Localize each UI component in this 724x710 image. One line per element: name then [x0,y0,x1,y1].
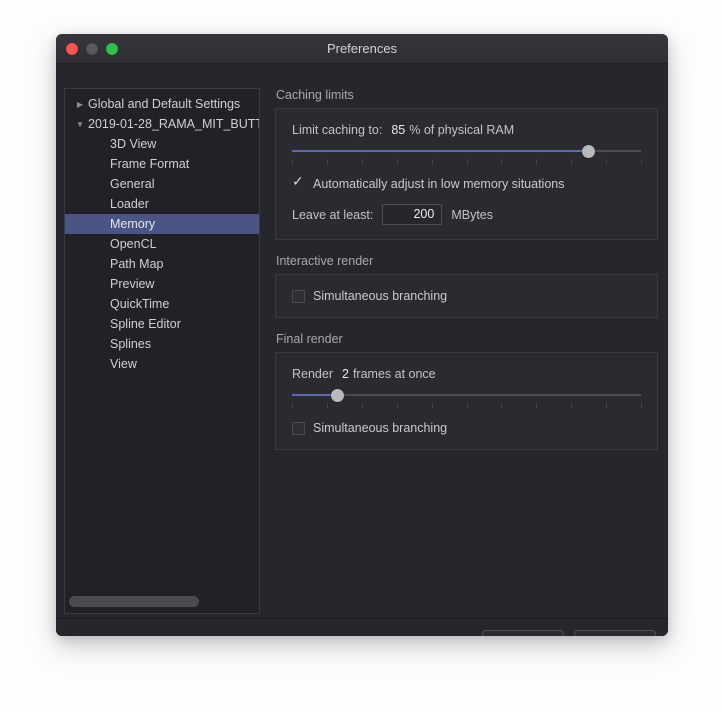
sidebar-item-opencl[interactable]: OpenCL [65,234,259,254]
sidebar-item-2019-01-28-rama-mit-butter[interactable]: ▼2019-01-28_RAMA_MIT_BUTTER [65,114,259,134]
slider-track [292,394,641,396]
auto-adjust-row[interactable]: Automatically adjust in low memory situa… [292,174,641,192]
sidebar-item-label: Spline Editor [110,317,181,331]
interactive-render-group: Interactive render Simultaneous branchin… [275,254,658,318]
window-body: ▶ Global and Default Settings ▼ 2019-01-28_… [56,64,668,618]
sidebar-item-3d-view[interactable]: 3D View [65,134,259,154]
slider-knob[interactable] [582,145,596,158]
chevron-right-icon[interactable]: ▶ [73,95,87,114]
final-simultaneous-label: Simultaneous branching [313,421,448,435]
sidebar-item-label: QuickTime [110,297,170,311]
slider-knob[interactable] [330,389,344,402]
render-label: Render [292,367,333,381]
final-render-frames-slider[interactable] [292,389,642,410]
sidebar-item-preview[interactable]: Preview [65,274,259,294]
sidebar-item-label: Preview [110,277,155,291]
sidebar-item-label: Memory [110,217,156,231]
sidebar-item-path-map[interactable]: Path Map [65,254,259,274]
sidebar-item-memory[interactable]: Memory [65,214,259,234]
cancel-button[interactable]: Cancel [482,630,564,636]
limit-caching-suffix: % of physical RAM [409,123,515,137]
window-titlebar: Preferences [56,34,668,64]
final-render-group: Final render Render 2 frames at once Sim… [275,332,658,450]
limit-caching-label: Limit caching to: [292,123,383,137]
caching-limits-title: Caching limits [276,88,354,102]
sidebar-item-label: 2019-01-28_RAMA_MIT_BUTTER [88,117,259,131]
chevron-down-icon[interactable]: ▼ [73,115,87,134]
sidebar-item-label: Path Map [110,257,164,271]
dialog-footer: Cancel Save [56,618,668,636]
footer-buttons: Cancel Save [482,630,656,636]
sidebar-item-label: General [110,177,155,191]
leave-at-least-unit: MBytes [451,207,493,222]
sidebar-item-general[interactable]: General [65,174,259,194]
limit-caching-row: Limit caching to: 85 % of physical RAM [292,123,641,137]
caching-limits-box: Limit caching to: 85 % of physical RAM ✓… [275,108,658,240]
final-render-title: Final render [276,332,343,346]
window-title: Preferences [326,41,398,56]
interactive-simultaneous-row[interactable]: Simultaneous branching [292,289,641,303]
final-simultaneous-row[interactable]: Simultaneous branching [292,421,641,435]
sidebar-item-label: OpenCL [110,237,157,251]
sidebar-item-quicktime[interactable]: QuickTime [65,294,259,314]
sidebar-item-frame-format[interactable]: Frame Format [65,154,259,174]
auto-adjust-label: Automatically adjust in low memory situa… [313,177,565,191]
save-button[interactable]: Save [574,630,656,636]
interactive-render-box: Simultaneous branching [275,274,658,318]
sidebar-item-label: Splines [110,337,151,351]
settings-tree[interactable]: ▶ Global and Default Settings ▼ 2019-01-28_… [65,94,259,587]
leave-at-least-row: Leave at least: 200 MBytes [292,204,641,225]
sidebar-horizontal-scrollbar[interactable] [69,596,255,607]
caching-limits-group: Caching limits Limit caching to: 85 % of… [275,88,658,240]
render-frames-value[interactable]: 2 [342,367,349,381]
interactive-render-title: Interactive render [276,254,374,268]
render-frames-row: Render 2 frames at once [292,367,641,381]
slider-fill [292,150,589,152]
sidebar-item-loader[interactable]: Loader [65,194,259,214]
leave-at-least-input[interactable]: 200 [382,204,443,225]
sidebar-item-splines[interactable]: Splines [65,334,259,354]
sidebar-item-spline-editor[interactable]: Spline Editor [65,314,259,334]
final-simultaneous-checkbox[interactable] [292,421,305,435]
interactive-simultaneous-checkbox[interactable] [292,289,305,303]
sidebar-item-label: Loader [110,197,149,211]
caching-limit-slider[interactable] [292,145,642,166]
sidebar-item-label: 3D View [110,137,157,151]
sidebar-item-global-and-default-settings[interactable]: ▶ Global and Default Settings [65,94,259,114]
leave-at-least-label: Leave at least: [292,207,374,222]
interactive-simultaneous-label: Simultaneous branching [313,289,448,303]
auto-adjust-checkbox[interactable] [292,174,305,191]
sidebar-item-view[interactable]: View [65,354,259,374]
sidebar-scrollbar-thumb[interactable] [69,596,200,607]
sidebar-item-label: Global and Default Settings [88,97,241,111]
limit-caching-value[interactable]: 85 [391,123,405,137]
sidebar-item-label: Frame Format [110,157,190,171]
slider-ticks [292,403,642,409]
screen: Preferences ▶ Global and Default Settings… [0,0,724,710]
sidebar-item-label: View [110,357,137,371]
settings-content: Caching limits Limit caching to: 85 % of… [275,88,658,614]
render-frames-suffix: frames at once [352,367,436,381]
slider-ticks [292,159,642,165]
settings-tree-sidebar[interactable]: ▶ Global and Default Settings ▼ 2019-01-28_… [64,88,260,614]
preferences-window: Preferences ▶ Global and Default Settings… [56,34,668,636]
final-render-box: Render 2 frames at once Simultaneous bra… [275,352,658,450]
